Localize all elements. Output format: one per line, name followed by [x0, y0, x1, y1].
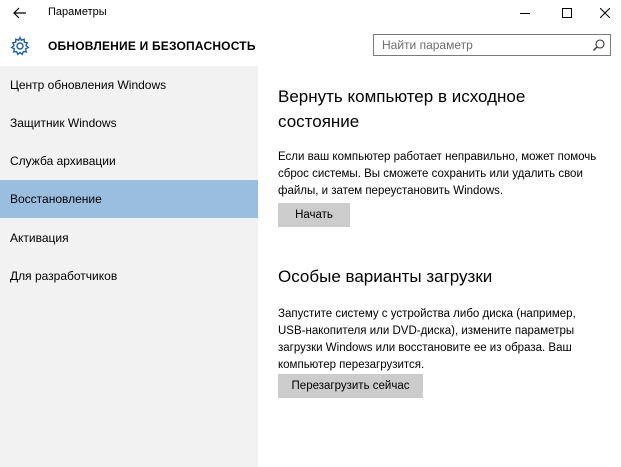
search-box[interactable] — [373, 34, 611, 56]
settings-window: Параметры ОБНОВЛЕНИЕ И БЕЗОПАСНОСТЬ Найт… — [0, 0, 622, 467]
restart-now-button[interactable]: Перезагрузить сейчас — [278, 374, 423, 398]
minimize-button[interactable] — [508, 0, 542, 26]
reset-section-title: Вернуть компьютер в исходное состояние — [278, 87, 526, 131]
back-arrow-icon — [13, 7, 26, 19]
sidebar-item-label: Для разработчиков — [10, 269, 118, 283]
sidebar-item-windows-update[interactable]: Центр обновления Windows — [0, 66, 258, 104]
gear-icon — [10, 36, 30, 56]
reset-section-description: Если ваш компьютер работает неправильно,… — [278, 151, 597, 197]
close-icon — [600, 8, 610, 18]
search-icon[interactable] — [592, 38, 606, 52]
sidebar-item-recovery[interactable]: Восстановление — [0, 180, 258, 218]
sidebar-item-label: Центр обновления Windows — [10, 78, 167, 92]
page-title: ОБНОВЛЕНИЕ И БЕЗОПАСНОСТЬ — [48, 39, 256, 53]
sidebar-item-label: Активация — [10, 231, 69, 245]
page-header: ОБНОВЛЕНИЕ И БЕЗОПАСНОСТЬ — [0, 26, 621, 66]
close-button[interactable] — [588, 0, 621, 26]
sidebar-item-developers[interactable]: Для разработчиков — [0, 257, 258, 295]
maximize-button[interactable] — [550, 0, 584, 26]
back-button[interactable] — [0, 0, 40, 26]
main-content: Вернуть компьютер в исходное состояние Е… — [258, 66, 621, 467]
sidebar-item-label: Защитник Windows — [10, 116, 117, 130]
minimize-icon — [520, 13, 530, 14]
sidebar: Центр обновления Windows Защитник Window… — [0, 66, 258, 467]
start-reset-button[interactable]: Начать — [278, 203, 350, 227]
maximize-icon — [562, 8, 572, 18]
sidebar-item-backup[interactable]: Служба архивации — [0, 142, 258, 180]
search-input[interactable] — [382, 36, 582, 54]
advanced-startup-title: Особые варианты загрузки — [278, 267, 493, 286]
window-title: Параметры — [48, 6, 107, 18]
sidebar-item-label: Служба архивации — [10, 154, 116, 168]
sidebar-item-windows-defender[interactable]: Защитник Windows — [0, 104, 258, 142]
advanced-startup-description: Запустите систему с устройства либо диск… — [278, 308, 576, 371]
sidebar-item-activation[interactable]: Активация — [0, 219, 258, 257]
title-bar: Параметры — [0, 0, 621, 26]
sidebar-item-label: Восстановление — [10, 192, 102, 206]
